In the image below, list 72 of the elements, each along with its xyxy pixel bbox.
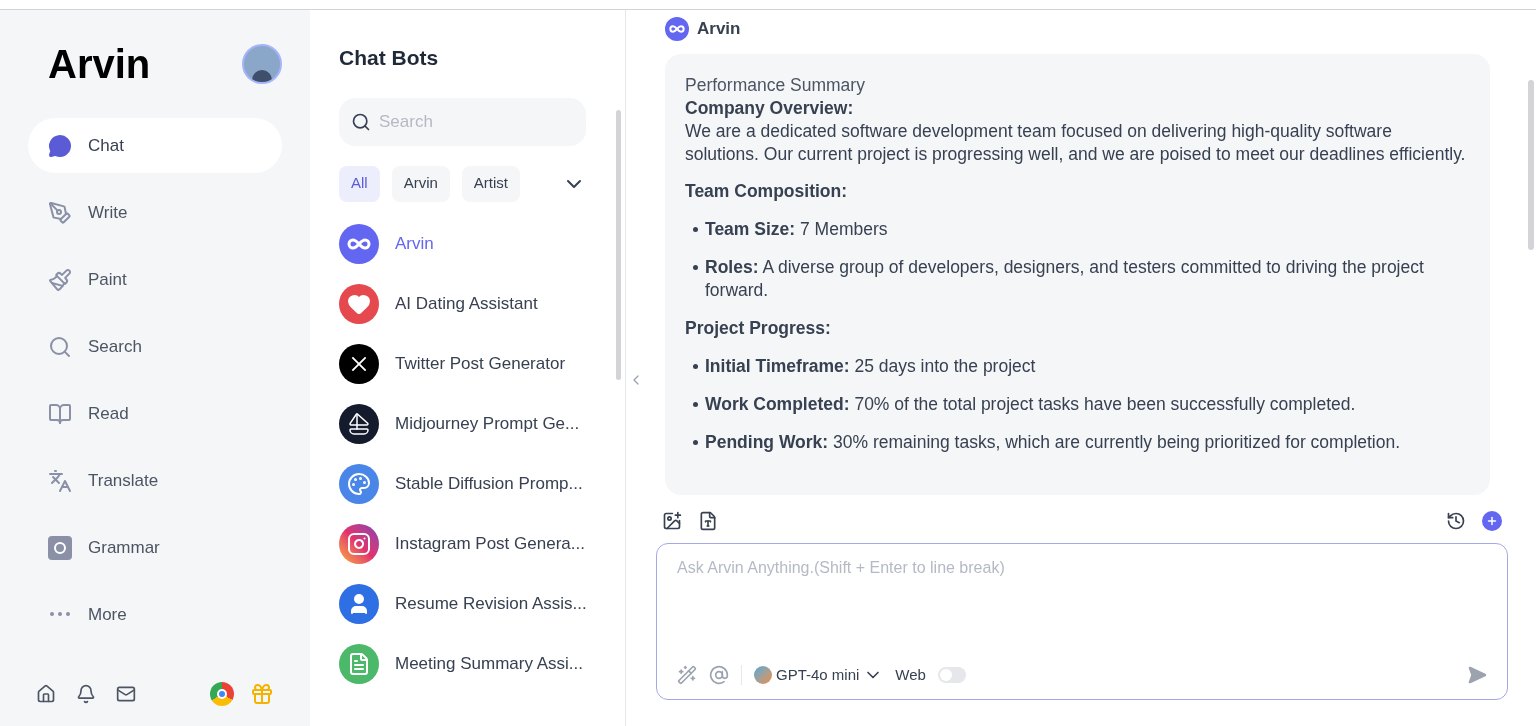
search-icon bbox=[48, 334, 72, 359]
scrollbar[interactable] bbox=[1528, 80, 1534, 250]
panel-title: Chat Bots bbox=[339, 45, 440, 71]
nav-item[interactable]: Grammar bbox=[28, 520, 282, 575]
message-heading: Team Composition: bbox=[685, 179, 849, 203]
book-icon bbox=[48, 401, 72, 426]
more-icon bbox=[48, 612, 72, 617]
message-title: Performance Summary bbox=[685, 73, 866, 97]
bot-item[interactable]: Midjourney Prompt Ge... bbox=[339, 403, 586, 444]
scrollbar[interactable] bbox=[616, 110, 621, 380]
nav-item[interactable]: Paint bbox=[28, 252, 282, 307]
bullet-icon bbox=[693, 226, 698, 232]
web-label: Web bbox=[895, 665, 926, 685]
bot-item[interactable]: Instagram Post Genera... bbox=[339, 523, 586, 564]
brand-title: Arvin bbox=[48, 41, 151, 88]
filter-chip[interactable]: Arvin bbox=[391, 165, 450, 202]
message-paragraph: We are a dedicated software development team focused on delivering high-quality software solutions. Our current project is progressing well, and we are poised to meet our deadlines efficiently. bbox=[685, 119, 1467, 166]
pen-icon bbox=[48, 200, 72, 225]
nav-item[interactable]: Search bbox=[28, 319, 282, 374]
bullet-icon bbox=[693, 363, 698, 369]
sender-name: Arvin bbox=[697, 18, 741, 40]
chrome-icon[interactable] bbox=[210, 682, 234, 706]
infinity-icon bbox=[665, 16, 689, 41]
bell-icon[interactable] bbox=[76, 684, 96, 704]
message-heading: Project Progress: bbox=[685, 316, 832, 340]
bullet-text: Team Size: 7 Members bbox=[705, 217, 888, 241]
model-selector[interactable]: GPT-4o mini bbox=[754, 664, 884, 687]
bot-item[interactable]: Stable Diffusion Promp... bbox=[339, 463, 586, 504]
image-upload-icon[interactable] bbox=[662, 510, 682, 531]
x-logo-icon bbox=[339, 343, 379, 384]
camera-icon bbox=[339, 523, 379, 564]
send-icon[interactable] bbox=[1467, 665, 1487, 686]
filter-chip[interactable]: Artist bbox=[461, 165, 521, 202]
mail-icon[interactable] bbox=[116, 684, 136, 704]
avatar[interactable] bbox=[242, 44, 282, 84]
bullet-text: Work Completed: 70% of the total project tasks have been successfully completed. bbox=[705, 392, 1356, 416]
bullet-text: Pending Work: 30% remaining tasks, which are currently being prioritized for completion. bbox=[705, 430, 1401, 454]
translate-icon bbox=[48, 468, 72, 493]
bullet-icon bbox=[693, 401, 698, 407]
nav-item[interactable]: Read bbox=[28, 386, 282, 441]
bot-item[interactable]: Resume Revision Assis... bbox=[339, 583, 586, 624]
search-field[interactable]: Search bbox=[339, 97, 586, 146]
model-logo-icon bbox=[754, 666, 772, 685]
bot-item[interactable]: Arvin bbox=[339, 223, 586, 264]
brush-icon bbox=[48, 267, 72, 292]
mention-icon[interactable] bbox=[709, 665, 729, 686]
search-icon bbox=[351, 111, 371, 132]
notes-icon bbox=[339, 643, 379, 684]
nav-item[interactable]: More bbox=[28, 587, 282, 642]
person-icon bbox=[339, 583, 379, 624]
chat-bubble-icon bbox=[48, 133, 72, 158]
sailboat-icon bbox=[339, 403, 379, 444]
nav-item[interactable]: Translate bbox=[28, 453, 282, 508]
bullet-text: Initial Timeframe: 25 days into the project bbox=[705, 354, 1036, 378]
message-heading: Company Overview: bbox=[685, 96, 855, 120]
bot-item[interactable]: Meeting Summary Assi... bbox=[339, 643, 586, 684]
magic-wand-icon[interactable] bbox=[677, 665, 697, 686]
bullet-icon bbox=[693, 439, 698, 445]
bot-item[interactable]: AI Dating Assistant bbox=[339, 283, 586, 324]
filter-chip[interactable]: All bbox=[339, 165, 380, 202]
palette-icon bbox=[339, 463, 379, 504]
bot-item[interactable]: Twitter Post Generator bbox=[339, 343, 586, 384]
new-chat-icon[interactable] bbox=[1482, 510, 1502, 531]
message-input[interactable]: Ask Arvin Anything.(Shift + Enter to line break) GPT-4o mini Web bbox=[656, 542, 1508, 700]
nav-item[interactable]: Write bbox=[28, 185, 282, 240]
bullet-text: Roles: A diverse group of developers, designers, and testers committed to driving the project forward. bbox=[705, 255, 1425, 302]
nav-item[interactable]: Chat bbox=[28, 118, 282, 173]
history-icon[interactable] bbox=[1446, 510, 1466, 531]
home-icon[interactable] bbox=[36, 684, 56, 704]
infinity-icon bbox=[339, 223, 379, 264]
web-toggle[interactable] bbox=[937, 667, 966, 684]
bullet-icon bbox=[693, 264, 698, 270]
